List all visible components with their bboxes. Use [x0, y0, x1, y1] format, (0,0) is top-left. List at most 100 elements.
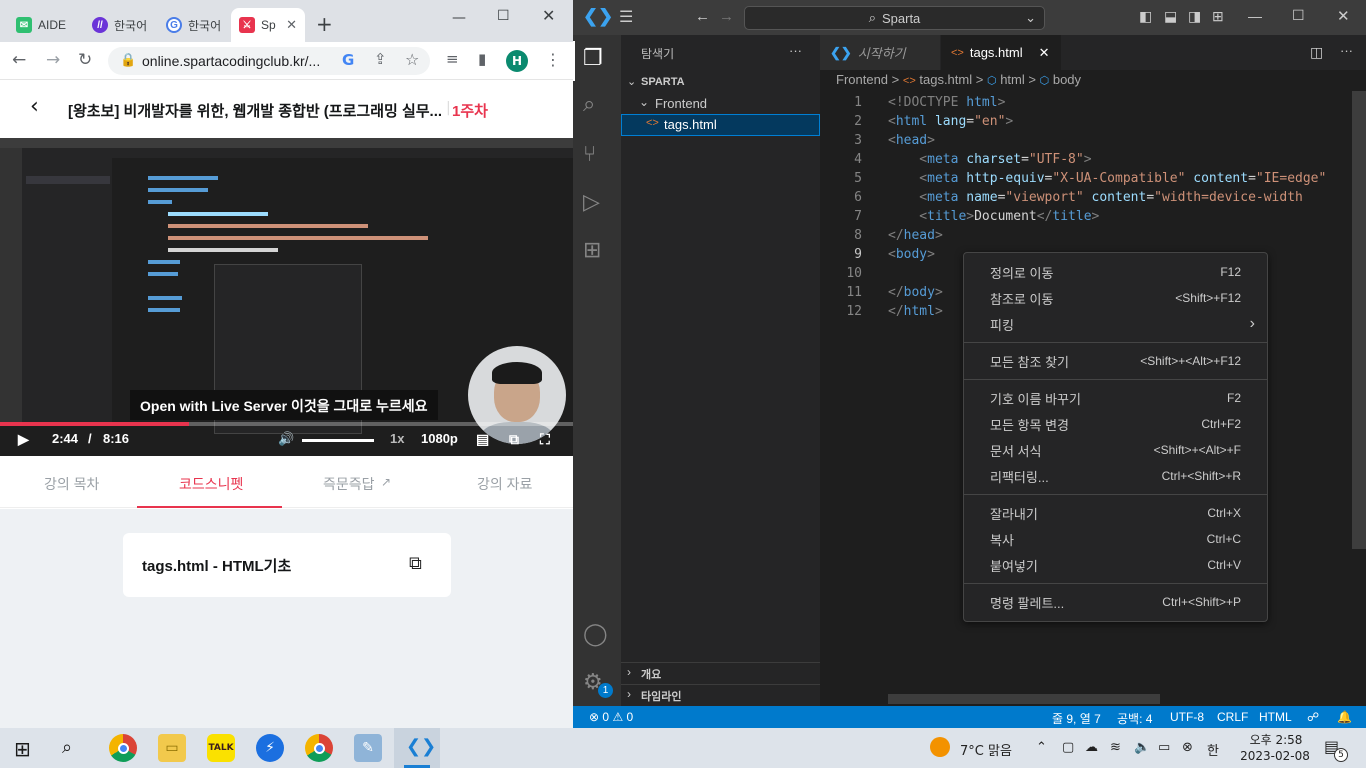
media-queue-icon[interactable]: ≡ [446, 50, 459, 68]
file-explorer-icon[interactable]: ▭ [158, 734, 186, 762]
video-player[interactable]: Open with Live Server 이것을 그대로 누르세요 ▶ 2:4… [0, 138, 573, 456]
meet-icon[interactable]: ▢ [1062, 740, 1074, 755]
encoding[interactable]: UTF-8 [1170, 710, 1204, 724]
volume-icon[interactable]: 🔈 [1134, 740, 1150, 755]
menu-item-go-to-references[interactable]: 참조로 이동 <Shift>+F12 [964, 285, 1267, 311]
close-tab-icon[interactable]: ✕ [1039, 45, 1050, 61]
browser-tab-sparta[interactable]: ⚔ Sp ✕ [231, 8, 305, 42]
picture-in-picture-icon[interactable]: ⧉ [509, 431, 519, 448]
browser-tab-korean-2[interactable]: G 한국어 [158, 8, 228, 42]
menu-item-paste[interactable]: 붙여넣기 Ctrl+V [964, 552, 1267, 578]
reload-icon[interactable]: ↻ [78, 50, 92, 70]
maximize-icon[interactable]: ☐ [1292, 7, 1305, 24]
back-icon[interactable]: ← [12, 50, 26, 70]
quality-setting[interactable]: 1080p [421, 431, 458, 446]
play-icon[interactable]: ▶ [18, 431, 29, 448]
breadcrumb-element-html[interactable]: html [1000, 72, 1025, 87]
menu-item-change-all[interactable]: 모든 항목 변경 Ctrl+F2 [964, 411, 1267, 437]
code-line[interactable]: </head> [888, 228, 943, 243]
code-line[interactable]: <body> [888, 247, 935, 262]
explorer-more-button[interactable]: ··· [789, 43, 802, 58]
browser-tab-aide[interactable]: ✉ AIDE [8, 8, 78, 42]
profile-avatar[interactable]: H [506, 50, 528, 72]
playback-speed[interactable]: 1x [390, 431, 404, 446]
copy-icon[interactable]: ⧉ [409, 553, 422, 574]
breadcrumb-file[interactable]: tags.html [919, 72, 972, 87]
code-line[interactable]: <meta name="viewport" content="width=dev… [888, 190, 1303, 205]
menu-item-cut[interactable]: 잘라내기 Ctrl+X [964, 500, 1267, 526]
volume-icon[interactable]: 🔊 [278, 431, 294, 447]
weather-sun-icon[interactable] [930, 737, 950, 757]
language-mode[interactable]: HTML [1259, 710, 1292, 724]
menu-item-rename-symbol[interactable]: 기호 이름 바꾸기 F2 [964, 385, 1267, 411]
breadcrumb-folder[interactable]: Frontend [836, 72, 888, 87]
nav-forward-icon[interactable]: → [719, 8, 734, 25]
menu-item-go-to-definition[interactable]: 정의로 이동 F12 [964, 259, 1267, 285]
search-icon[interactable]: ⌕ [583, 91, 595, 117]
new-tab-button[interactable]: + [316, 12, 333, 36]
notifications-bell-icon[interactable]: 🔔 [1337, 710, 1352, 724]
tab-code-snippet[interactable]: 코드스니펫 [179, 474, 243, 494]
toggle-secondary-sidebar-icon[interactable]: ◨ [1188, 8, 1201, 25]
account-icon[interactable]: ◯ [583, 621, 608, 647]
chevron-up-icon[interactable]: ⌃ [1036, 740, 1047, 755]
menu-hamburger-icon[interactable]: ☰ [619, 7, 633, 27]
google-icon[interactable]: G [342, 51, 354, 69]
end-of-line[interactable]: CRLF [1217, 710, 1248, 724]
vertical-scrollbar[interactable] [1352, 91, 1366, 549]
video-progress-bar[interactable] [0, 422, 573, 426]
chrome-app-icon[interactable] [305, 734, 333, 762]
app-bolt-icon[interactable]: ⚡ [256, 734, 284, 762]
maximize-icon[interactable]: ☐ [497, 8, 510, 24]
weather-text[interactable]: 7°C 맑음 [960, 740, 1012, 759]
notepad-icon[interactable]: ✎ [354, 734, 382, 762]
extensions-icon[interactable]: ⊞ [583, 237, 601, 263]
tab-tags-html[interactable]: <> tags.html ✕ [941, 35, 1061, 70]
back-chevron-icon[interactable]: ‹ [30, 94, 39, 119]
feedback-icon[interactable]: ☍ [1307, 710, 1319, 724]
toggle-primary-sidebar-icon[interactable]: ◧ [1139, 8, 1152, 25]
code-line[interactable]: <meta charset="UTF-8"> [888, 152, 1091, 167]
wifi-icon[interactable]: ≋ [1110, 740, 1121, 755]
close-tab-icon[interactable]: ✕ [286, 17, 297, 33]
volume-slider[interactable] [302, 439, 374, 442]
indentation[interactable]: 공백: 4 [1117, 710, 1152, 727]
source-control-icon[interactable]: ⑂ [583, 141, 596, 167]
tab-welcome[interactable]: ❮❯ 시작하기 [820, 35, 940, 70]
split-editor-icon[interactable]: ◫ [1310, 44, 1323, 61]
battery-icon[interactable]: ▭ [1158, 740, 1170, 755]
outline-section[interactable]: › 개요 [621, 663, 820, 683]
close-window-icon[interactable]: ✕ [1337, 7, 1350, 25]
close-window-icon[interactable]: ✕ [542, 6, 555, 25]
browser-tab-korean-1[interactable]: // 한국어 [84, 8, 154, 42]
tree-root-sparta[interactable]: ⌄ SPARTA [621, 73, 820, 93]
snippet-card[interactable]: tags.html - HTML기초 ⧉ [123, 533, 451, 597]
cursor-position[interactable]: 줄 9, 열 7 [1052, 710, 1101, 727]
more-actions-icon[interactable]: ··· [1340, 43, 1353, 58]
problems-indicator[interactable]: ⊗ 0 ⚠ 0 [589, 710, 633, 724]
command-center[interactable]: ⌕ Sparta ⌄ [744, 6, 1045, 30]
menu-kebab-icon[interactable]: ⋮ [545, 50, 561, 69]
tab-lecture-materials[interactable]: 강의 자료 [477, 474, 532, 494]
kakaotalk-icon[interactable]: TALK [207, 734, 235, 762]
minimize-icon[interactable]: — [1248, 8, 1262, 24]
menu-item-find-all-references[interactable]: 모든 참조 찾기 <Shift>+<Alt>+F12 [964, 348, 1267, 374]
breadcrumb-element-body[interactable]: body [1053, 72, 1081, 87]
cloud-icon[interactable]: ☁ [1085, 740, 1098, 755]
blocked-icon[interactable]: ⊗ [1182, 740, 1193, 755]
horizontal-scrollbar[interactable] [888, 694, 1160, 704]
toggle-panel-icon[interactable]: ⬓ [1164, 8, 1177, 25]
windows-start-icon[interactable]: ⊞ [14, 737, 31, 761]
code-line[interactable]: </html> [888, 304, 943, 319]
explorer-icon[interactable]: ❐ [583, 45, 603, 71]
code-line[interactable]: <html lang="en"> [888, 114, 1013, 129]
menu-item-peek[interactable]: 피킹 › [964, 311, 1267, 337]
code-line[interactable]: <meta http-equiv = "X-UA-Compatible" conte… [888, 171, 1326, 186]
code-line[interactable]: <head> [888, 133, 935, 148]
vscode-taskbar-active[interactable]: ❮❯ [394, 728, 440, 768]
tree-folder-frontend[interactable]: ⌄ Frontend [621, 94, 820, 114]
menu-item-copy[interactable]: 복사 Ctrl+C [964, 526, 1267, 552]
code-line[interactable]: <!DOCTYPE html> [888, 95, 1005, 110]
captions-icon[interactable]: ▤ [476, 431, 489, 448]
fullscreen-icon[interactable]: ⛶ [540, 431, 550, 448]
